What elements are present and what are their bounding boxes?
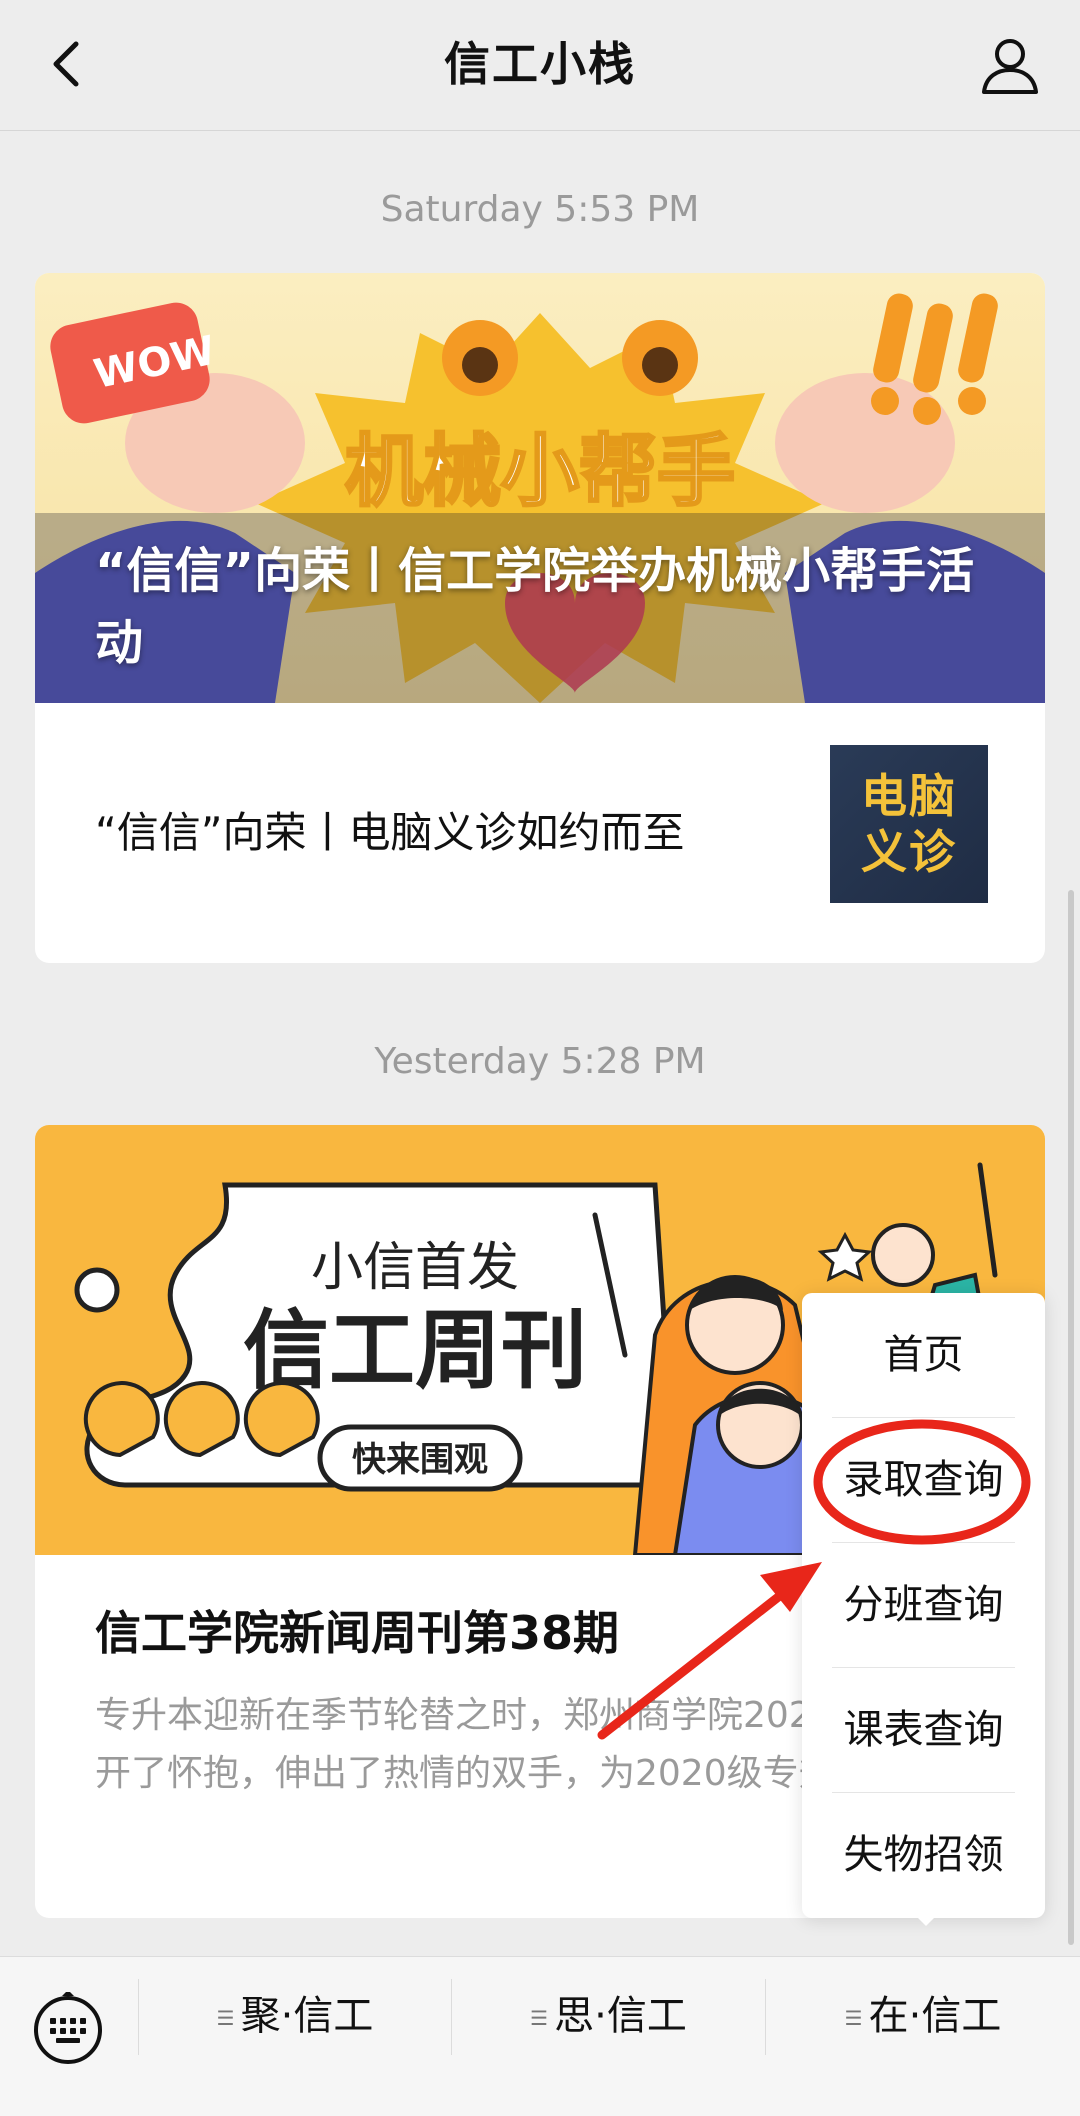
cover-badge: 快来围观 [352,1440,488,1480]
list-item-title: “信信”向荣丨电脑义诊如约而至 [95,808,685,857]
profile-icon[interactable] [978,34,1042,98]
menu-lines-icon: ☰ [530,2006,549,2030]
nav-header: 信工小栈 [0,0,1080,131]
message-timestamp: Yesterday 5:28 PM [374,1041,706,1082]
cover-subtitle: 小信首发 [311,1238,519,1298]
keyboard-icon[interactable] [30,1992,106,2068]
article-card[interactable]: WOW 机械小帮手 “信信”向荣丨信工学院举办机械小帮手活动 “信信”向荣丨电脑… [35,273,1045,963]
menu-item-lost-and-found[interactable]: 失物招领 [832,1793,1015,1917]
page-title: 信工小栈 [444,37,636,91]
menu-item-admission-query[interactable]: 录取查询 [832,1418,1015,1542]
menu-lines-icon: ☰ [216,2006,235,2030]
tab-label: 在·信工 [868,1993,1002,2039]
popup-tail [912,1912,940,1926]
tab-si-xingong[interactable]: ☰ 思·信工 [452,1957,765,2075]
cover-image[interactable]: WOW 机械小帮手 “信信”向荣丨信工学院举办机械小帮手活动 [35,273,1045,703]
cover-art-text: 机械小帮手 [345,427,735,517]
menu-item-home[interactable]: 首页 [832,1293,1015,1417]
list-item-thumbnail: 电脑 义诊 [830,745,988,903]
scrollbar[interactable] [1068,890,1074,1945]
cover-title: “信信”向荣丨信工学院举办机械小帮手活动 [95,543,975,671]
tab-ju-xingong[interactable]: ☰ 聚·信工 [139,1957,451,2075]
custom-menu-popup: 首页 录取查询 分班查询 课表查询 失物招领 [802,1293,1045,1918]
menu-lines-icon: ☰ [844,2006,863,2030]
menu-item-timetable-query[interactable]: 课表查询 [832,1668,1015,1792]
message-timestamp: Saturday 5:53 PM [380,189,700,230]
tab-label: 思·信工 [554,1993,687,2039]
tab-label: 聚·信工 [240,1993,374,2039]
tab-zai-xingong[interactable]: ☰ 在·信工 [766,1957,1080,2075]
list-item[interactable]: “信信”向荣丨电脑义诊如约而至 电脑 义诊 [35,703,1045,963]
thumbnail-text-line1: 电脑 [861,769,957,823]
thumbnail-text-line2: 义诊 [861,825,957,879]
bottom-menu-bar: ☰ 聚·信工 ☰ 思·信工 ☰ 在·信工 [0,1956,1080,2116]
menu-item-class-assignment-query[interactable]: 分班查询 [832,1543,1015,1667]
article-title: 信工学院新闻周刊第38期 [95,1606,620,1660]
